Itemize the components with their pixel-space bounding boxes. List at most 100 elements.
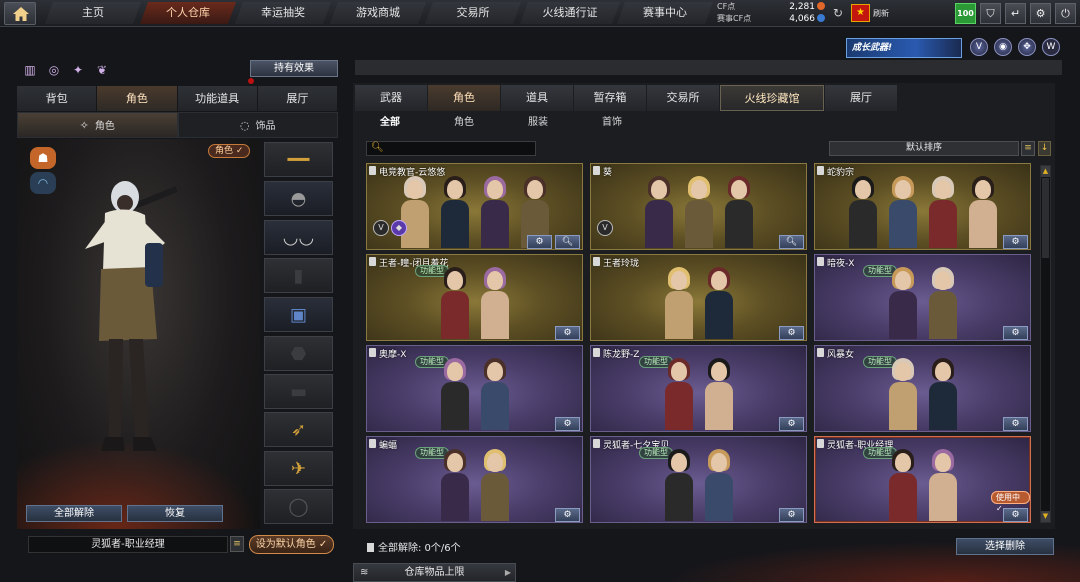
swirl-icon[interactable]: ◎ (46, 62, 62, 78)
feather-icon[interactable]: ✦ (70, 62, 86, 78)
character-card[interactable]: 灵狐者-七夕宝贝 功能型 ⚙ (590, 436, 807, 523)
badge-wings-icon[interactable]: ✥ (1018, 38, 1036, 56)
growth-weapon-banner[interactable]: 成长武器! (846, 38, 962, 58)
filter-jewelry[interactable]: 首饰 (588, 115, 662, 131)
tab-storage-box[interactable]: 暂存箱 (574, 85, 646, 111)
card-bookmark-icon[interactable] (593, 348, 600, 357)
nav-tab-home[interactable]: 主页 (45, 2, 141, 24)
tab-showroom[interactable]: 展厅 (257, 86, 338, 111)
settings-gear-icon[interactable]: ⚙ (1030, 3, 1051, 24)
card-bookmark-icon[interactable] (369, 439, 376, 448)
card-equip-icon[interactable]: ⚙ (779, 326, 804, 340)
tab-character[interactable]: 角色 (97, 86, 178, 111)
character-card[interactable]: 风暴女 功能型 ⚙ (814, 345, 1031, 432)
card-equip-icon[interactable]: ⚙ (1003, 235, 1028, 249)
tab-characters[interactable]: 角色 (428, 85, 500, 111)
character-card[interactable]: 暗夜-X 功能型 ⚙ (814, 254, 1031, 341)
filter-outfit[interactable]: 服装 (514, 115, 588, 131)
slot-backpack[interactable]: ▣ (264, 297, 333, 332)
tab-items[interactable]: 道具 (501, 85, 573, 111)
stats-icon[interactable]: ▥ (22, 62, 38, 78)
character-list-icon[interactable]: ≡ (230, 536, 244, 552)
card-preview-icon[interactable]: 🔍︎ (779, 235, 804, 249)
card-bookmark-icon[interactable] (817, 348, 824, 357)
restore-button[interactable]: 恢复 (127, 505, 223, 522)
nav-tab-lucky-draw[interactable]: 幸运抽奖 (235, 2, 331, 24)
card-bookmark-icon[interactable] (369, 166, 376, 175)
card-bookmark-icon[interactable] (593, 439, 600, 448)
subtab-accessory[interactable]: ◌ 饰品 (177, 112, 338, 138)
character-card[interactable]: 电竞教官-云悠悠 ⚙ 🔍︎ V ◆ (366, 163, 583, 250)
sort-dropdown[interactable]: 默认排序 (829, 141, 1019, 156)
bunny-icon[interactable]: ❦ (94, 62, 110, 78)
card-equip-icon[interactable]: ⚙ (1003, 417, 1028, 431)
slot-armor-empty[interactable]: ⬣ (264, 336, 333, 371)
badge-w-icon[interactable]: W (1042, 38, 1060, 56)
select-delete-button[interactable]: 选择删除 (956, 538, 1054, 555)
character-card[interactable]: 奥摩-X 功能型 ⚙ (366, 345, 583, 432)
character-card[interactable]: 王者玲珑 ⚙ (590, 254, 807, 341)
filter-character[interactable]: 角色 (440, 115, 514, 131)
slot-weapon[interactable]: ━━ (264, 142, 333, 177)
holding-effects-button[interactable]: 持有效果 (250, 60, 338, 77)
card-bookmark-icon[interactable] (369, 348, 376, 357)
power-icon[interactable]: ⏻ (1055, 3, 1076, 24)
badge-v-icon[interactable]: V (970, 38, 988, 56)
card-bookmark-icon[interactable] (817, 257, 824, 266)
return-icon[interactable]: ↵ (1005, 3, 1026, 24)
tab-exhibition[interactable]: 展厅 (825, 85, 897, 111)
scroll-down-icon[interactable]: ▼ (1041, 511, 1050, 522)
character-preview[interactable]: ☗ ◠ 角色 ✓ (17, 139, 260, 529)
character-card[interactable]: 王者-瞳-闭月羞花 功能型 ⚙ (366, 254, 583, 341)
set-default-character-button[interactable]: 设为默认角色 ✓ (249, 535, 334, 554)
slot-grenade[interactable]: ➶ (264, 412, 333, 447)
rank-shield-icon[interactable]: ⛉ (980, 3, 1001, 24)
slot-goggles[interactable]: ◡◡ (264, 220, 333, 255)
slot-helmet[interactable]: ◓ (264, 181, 333, 216)
character-card[interactable]: 陈龙野-Z 功能型 ⚙ (590, 345, 807, 432)
character-card[interactable]: 葵⚙🔍︎V (590, 163, 807, 250)
nav-tab-event-center[interactable]: 赛事中心 (617, 2, 713, 24)
tab-collection-vault[interactable]: 火线珍藏馆 (720, 85, 824, 111)
nav-tab-personal-warehouse[interactable]: 个人仓库 (140, 2, 236, 24)
scroll-up-icon[interactable]: ▲ (1041, 166, 1050, 177)
nav-tab-battle-pass[interactable]: 火线通行证 (520, 2, 620, 24)
card-bookmark-icon[interactable] (593, 257, 600, 266)
nav-tab-exchange[interactable]: 交易所 (425, 2, 521, 24)
level-badge[interactable]: 100 (955, 3, 976, 24)
bulk-remove-status[interactable]: 全部解除: 0个/6个 (367, 539, 461, 554)
home-button[interactable] (4, 2, 36, 25)
badge-globe-icon[interactable]: ◉ (994, 38, 1012, 56)
card-equip-icon[interactable]: ⚙ (1003, 326, 1028, 340)
card-equip-icon[interactable]: ⚙ (555, 326, 580, 340)
refresh-icon[interactable]: ↻ (833, 6, 843, 20)
scroll-thumb[interactable] (1042, 178, 1049, 258)
tab-backpack[interactable]: 背包 (17, 86, 98, 111)
filter-all[interactable]: 全部 (366, 115, 440, 131)
tab-exchange-house[interactable]: 交易所 (647, 85, 719, 111)
slot-vest-empty[interactable]: ▮ (264, 258, 333, 293)
search-input[interactable] (385, 142, 533, 155)
card-equip-icon[interactable]: ⚙ (1003, 508, 1028, 522)
character-card[interactable]: 蛇豹宗 ⚙ (814, 163, 1031, 250)
card-equip-icon[interactable]: ⚙ (779, 508, 804, 522)
card-bookmark-icon[interactable] (817, 439, 824, 448)
card-equip-icon[interactable]: ⚙ (555, 508, 580, 522)
nav-tab-game-mall[interactable]: 游戏商城 (330, 2, 426, 24)
slot-pants-empty[interactable]: ▬ (264, 374, 333, 409)
card-equip-icon[interactable]: ⚙ (555, 417, 580, 431)
sort-list-icon[interactable]: ≡ (1021, 141, 1035, 156)
subtab-character[interactable]: ✧ 角色 (17, 112, 178, 138)
character-card[interactable]: 灵狐者-职业经理 功能型 ⚙ 使用中✓ (814, 436, 1031, 523)
card-bookmark-icon[interactable] (593, 166, 600, 175)
card-equip-icon[interactable]: ⚙ (527, 235, 552, 249)
card-preview-icon[interactable]: 🔍︎ (555, 235, 580, 249)
character-card[interactable]: 蝙蝠 功能型 ⚙ (366, 436, 583, 523)
tab-weapons[interactable]: 武器 (355, 85, 427, 111)
card-bookmark-icon[interactable] (817, 166, 824, 175)
tab-functional-items[interactable]: 功能道具 (177, 86, 258, 111)
card-equip-icon[interactable]: ⚙ (779, 417, 804, 431)
card-bookmark-icon[interactable] (369, 257, 376, 266)
unequip-all-button[interactable]: 全部解除 (26, 505, 122, 522)
sort-direction-icon[interactable]: ↓ (1038, 141, 1051, 156)
